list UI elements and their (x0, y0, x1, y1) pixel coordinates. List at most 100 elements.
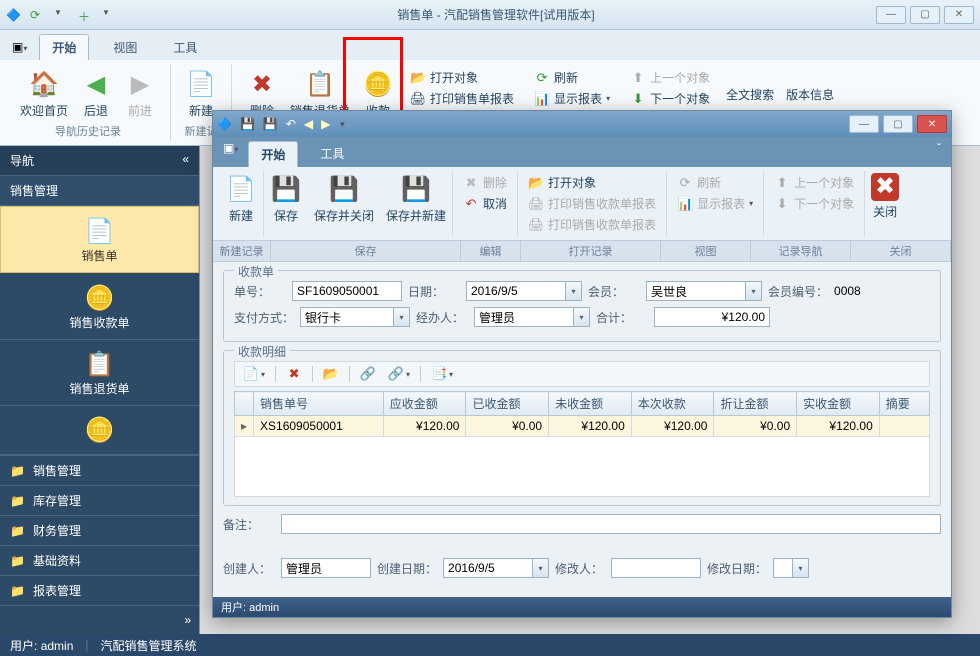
inner-close-button[interactable]: ✕ (917, 115, 947, 133)
qat-dropdown-icon[interactable]: ▼ (102, 8, 116, 22)
inner-ribbon-collapse-icon[interactable]: ˇ (937, 141, 941, 167)
main-titlebar: 🔷 ⟳ ▼ ＋ ▼ 销售单 - 汽配销售管理软件[试用版本] — ▢ ✕ (0, 0, 980, 30)
tab-start[interactable]: 开始 (39, 34, 89, 60)
qat-save-icon[interactable]: ⟳ (30, 8, 44, 22)
qat-dropdown-icon[interactable]: ▼ (54, 8, 68, 22)
memberno-value: 0008 (834, 284, 861, 298)
inner-save-close-button[interactable]: 💾保存并关闭 (308, 171, 380, 236)
detail-link1-button[interactable]: 🔗 (356, 364, 380, 384)
qat-undo-icon[interactable]: ↶ (286, 117, 296, 131)
qat-saveclose-icon[interactable]: 💾 (263, 117, 278, 131)
handler-dropdown-icon[interactable]: ▾ (574, 307, 590, 327)
show-report-button[interactable]: 📊显示报表 ▾ (530, 89, 614, 108)
col-received[interactable]: 已收金额 (466, 392, 549, 416)
modifier-input[interactable] (611, 558, 701, 578)
nav-expand-icon[interactable]: » (184, 613, 191, 627)
detail-link2-button[interactable]: 🔗▾ (384, 364, 414, 384)
modify-date-input[interactable] (773, 558, 793, 578)
nav-item-extra[interactable]: 🪙 (0, 406, 199, 455)
inner-print-receipt-button: 🖨打印销售收款单报表 (524, 194, 660, 213)
detail-delete-button[interactable]: ✖ (282, 364, 306, 384)
inner-tab-tools[interactable]: 工具 (308, 141, 356, 167)
inner-save-new-button[interactable]: 💾保存并新建 (380, 171, 452, 236)
date-input[interactable] (466, 281, 566, 301)
inner-save-button[interactable]: 💾保存 (264, 171, 308, 236)
open-object-button[interactable]: 📂打开对象 (406, 68, 518, 87)
section-sales-mgmt[interactable]: 📁销售管理 (0, 455, 199, 485)
col-orderno[interactable]: 销售单号 (254, 392, 384, 416)
tab-tools[interactable]: 工具 (161, 35, 209, 60)
col-note[interactable]: 摘要 (879, 392, 929, 416)
next-object-button[interactable]: ⬇下一个对象 (626, 89, 714, 108)
total-input[interactable] (654, 307, 770, 327)
prev-object-button: ⬆上一个对象 (626, 68, 714, 87)
member-dropdown-icon[interactable]: ▾ (746, 281, 762, 301)
welcome-button[interactable]: 🏠欢迎首页 (14, 66, 74, 121)
close-button[interactable]: ✕ (944, 6, 974, 24)
inner-close-big-button[interactable]: ✖关闭 (865, 171, 905, 236)
section-finance-mgmt[interactable]: 📁财务管理 (0, 515, 199, 545)
inner-ribbon-menu-icon[interactable]: ▣▾ (223, 141, 238, 167)
detail-copy-button[interactable]: 📑▾ (427, 364, 457, 384)
detail-grid[interactable]: 销售单号 应收金额 已收金额 未收金额 本次收款 折让金额 实收金额 摘要 ▸ … (234, 391, 930, 437)
detail-new-button[interactable]: 📄▾ (239, 364, 269, 384)
creator-label: 创建人： (223, 560, 275, 577)
minimize-button[interactable]: — (876, 6, 906, 24)
qat-back-icon[interactable]: ◀ (304, 117, 313, 131)
table-row[interactable]: ▸ XS1609050001 ¥120.00 ¥0.00 ¥120.00 ¥12… (235, 416, 930, 437)
inner-open-object-button[interactable]: 📂打开对象 (524, 173, 660, 192)
create-date-input[interactable] (443, 558, 533, 578)
inner-new-button[interactable]: 📄新建 (219, 171, 263, 236)
qat-save-icon[interactable]: 💾 (240, 117, 255, 131)
section-base-data[interactable]: 📁基础资料 (0, 545, 199, 575)
member-input[interactable] (646, 281, 746, 301)
nav-item-receipt[interactable]: 🪙 销售收款单 (0, 274, 199, 340)
nav-item-return[interactable]: 📋 销售退货单 (0, 340, 199, 406)
col-actual[interactable]: 实收金额 (797, 392, 880, 416)
inner-cancel-button[interactable]: ↶取消 (459, 194, 511, 213)
refresh-button[interactable]: ⟳刷新 (530, 68, 614, 87)
remark-label: 备注： (223, 516, 275, 533)
inner-next-object-button: ⬇下一个对象 (770, 194, 858, 213)
tab-view[interactable]: 视图 (101, 35, 149, 60)
col-discount[interactable]: 折让金额 (714, 392, 797, 416)
nav-title: 导航« (0, 146, 199, 176)
nav-collapse-icon[interactable]: « (182, 152, 189, 169)
qat-add-icon[interactable]: ＋ (78, 8, 92, 22)
paytype-dropdown-icon[interactable]: ▾ (394, 307, 410, 327)
create-date-dropdown-icon[interactable]: ▾ (533, 558, 549, 578)
col-unreceived[interactable]: 未收金额 (549, 392, 632, 416)
modify-date-dropdown-icon[interactable]: ▾ (793, 558, 809, 578)
paytype-label: 支付方式： (234, 309, 294, 326)
detail-open-button[interactable]: 📂 (319, 364, 343, 384)
paytype-input[interactable] (300, 307, 394, 327)
ribbon-menu-icon[interactable]: ▣▾ (12, 40, 27, 54)
date-dropdown-icon[interactable]: ▾ (566, 281, 582, 301)
inner-maximize-button[interactable]: ▢ (883, 115, 913, 133)
print-sales-report-button[interactable]: 🖨打印销售单报表 (406, 89, 518, 108)
document-add-icon: 📄 (84, 215, 116, 247)
qat-dropdown-icon[interactable]: ▼ (338, 120, 346, 129)
nav-item-sales-order[interactable]: 📄 销售单 (0, 206, 199, 273)
group-edit-label: 编辑 (461, 241, 521, 261)
inner-prev-object-button: ⬆上一个对象 (770, 173, 858, 192)
orderno-input[interactable] (292, 281, 402, 301)
coins-icon: 🪙 (84, 414, 116, 446)
qat-forward-icon[interactable]: ▶ (321, 117, 330, 131)
left-nav: 导航« 销售管理 📄 销售单 🪙 销售收款单 📋 销售退货单 🪙 📁销售管理 📁… (0, 146, 200, 634)
section-report-mgmt[interactable]: 📁报表管理 (0, 575, 199, 605)
handler-input[interactable] (474, 307, 574, 327)
modify-date-label: 修改日期： (707, 560, 767, 577)
inner-minimize-button[interactable]: — (849, 115, 879, 133)
receipt-legend: 收款单 (234, 263, 278, 280)
back-button[interactable]: ◀后退 (74, 66, 118, 121)
col-due[interactable]: 应收金额 (383, 392, 466, 416)
remark-input[interactable] (281, 514, 941, 534)
folder-icon: 📁 (10, 584, 25, 598)
maximize-button[interactable]: ▢ (910, 6, 940, 24)
section-inventory-mgmt[interactable]: 📁库存管理 (0, 485, 199, 515)
col-thistime[interactable]: 本次收款 (631, 392, 714, 416)
group-close-label: 关闭 (851, 241, 951, 261)
inner-tab-start[interactable]: 开始 (248, 141, 298, 167)
creator-input[interactable] (281, 558, 371, 578)
